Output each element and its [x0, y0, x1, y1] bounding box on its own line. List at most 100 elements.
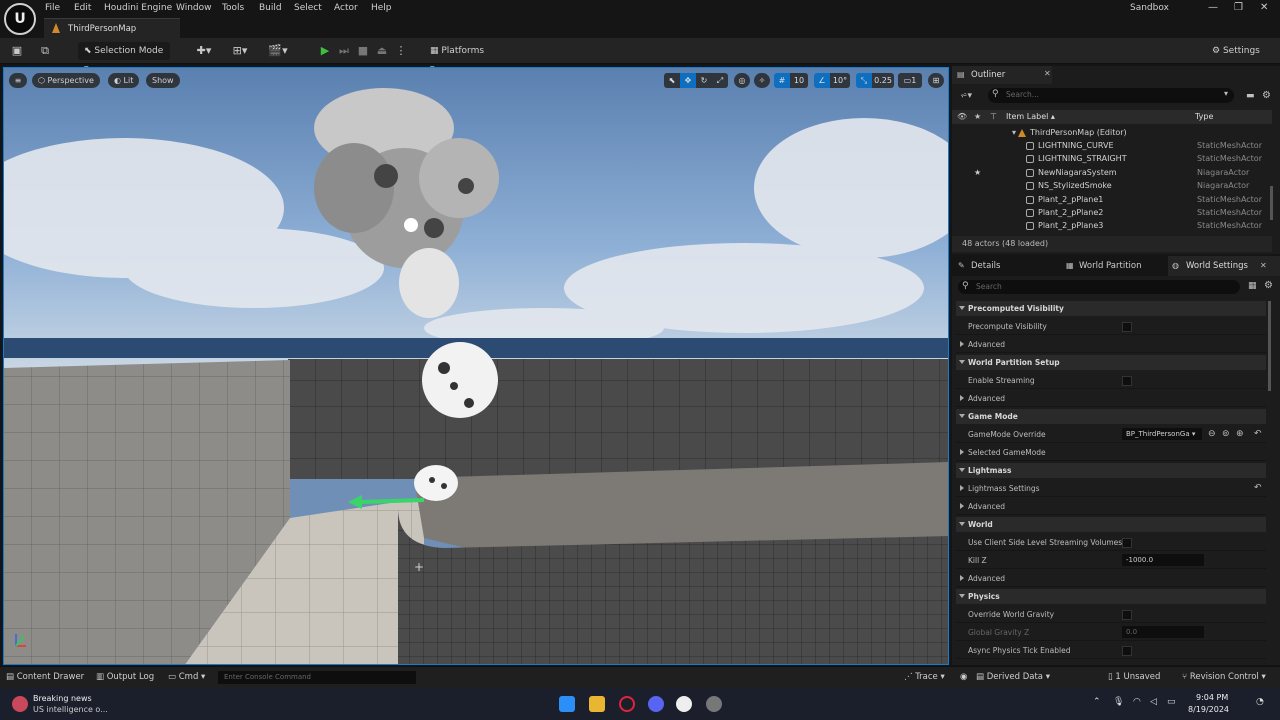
show-button[interactable]: Show	[146, 73, 180, 88]
prop-lightmass-settings[interactable]: Lightmass Settings ↶	[956, 480, 1266, 497]
outliner-row[interactable]: Plant_2_pPlane3 StaticMeshActor	[952, 219, 1272, 232]
section-game-mode[interactable]: Game Mode	[956, 409, 1266, 424]
add-icon[interactable]: ⊕	[1236, 426, 1244, 443]
rotation-snap-icon[interactable]: ∠	[814, 73, 830, 88]
section-world[interactable]: World	[956, 517, 1266, 532]
rotation-snap-value[interactable]: 10°	[830, 73, 850, 88]
platforms-dropdown[interactable]: ▦ Platforms ▾	[424, 42, 494, 74]
visibility-icon[interactable]: 👁	[957, 112, 967, 121]
tab-world-partition[interactable]: ▦ World Partition	[1060, 256, 1166, 276]
folder-icon[interactable]: ▬	[1246, 91, 1255, 101]
chevron-up-icon[interactable]: ⌃	[1093, 697, 1101, 707]
notification-icon[interactable]: ◔	[1256, 697, 1264, 707]
tab-thirdpersonmap[interactable]: ThirdPersonMap	[44, 18, 180, 38]
viewport-menu-icon[interactable]: ≡	[9, 73, 27, 88]
selection-mode-dropdown[interactable]: ⬉ Selection Mode ▾	[78, 42, 170, 74]
trace-dropdown[interactable]: ⋰ Trace ▾	[904, 672, 945, 682]
col-item-label[interactable]: Item Label ▴	[1006, 112, 1055, 121]
menu-edit[interactable]: Edit	[74, 3, 91, 13]
step-icon[interactable]: ⏭	[337, 44, 351, 58]
prop-advanced-2[interactable]: Advanced	[956, 390, 1266, 407]
menu-select[interactable]: Select	[294, 3, 322, 13]
content-drawer-button[interactable]: ▤ Content Drawer	[6, 672, 84, 682]
arrow-left-icon[interactable]: ⊖	[1208, 426, 1216, 443]
outliner-row[interactable]: NS_StylizedSmoke NiagaraActor	[952, 179, 1272, 192]
perspective-button[interactable]: ⬡ Perspective	[32, 73, 100, 88]
menu-tools[interactable]: Tools	[222, 3, 244, 13]
app-icon[interactable]	[706, 696, 722, 712]
news-icon[interactable]	[12, 696, 28, 712]
section-physics[interactable]: Physics	[956, 589, 1266, 604]
browse-icon[interactable]: ⧉	[38, 44, 52, 58]
override-gravity-checkbox[interactable]	[1122, 610, 1132, 620]
revision-control-button[interactable]: ⑂ Revision Control ▾	[1182, 672, 1266, 682]
col-type[interactable]: Type	[1195, 112, 1213, 121]
outliner-scrollbar[interactable]	[1270, 186, 1273, 220]
expand-arrow-icon[interactable]: ▾	[1012, 126, 1016, 139]
prop-advanced-1[interactable]: Advanced	[956, 336, 1266, 353]
level-viewport[interactable]: + ≡ ⬡ Perspective ◐ Lit Show ⬉ ✥ ↻ ⤢ ◎ ✧…	[3, 67, 949, 665]
lit-button[interactable]: ◐ Lit	[108, 73, 140, 88]
console-input[interactable]: Enter Console Command	[218, 671, 416, 684]
outliner-row[interactable]: LIGHTNING_STRAIGHT StaticMeshActor	[952, 152, 1272, 165]
grid-size-value[interactable]: 10	[790, 73, 808, 88]
clock-time[interactable]: 9:04 PM	[1196, 693, 1228, 702]
camera-speed-button[interactable]: ▭1	[898, 73, 922, 88]
world-settings-close-icon[interactable]: ✕	[1260, 261, 1267, 270]
viewport-scene[interactable]: +	[4, 68, 949, 665]
maximize-viewport-icon[interactable]: ⊞	[928, 73, 944, 88]
tab-details[interactable]: ✎ Details	[952, 256, 1058, 276]
derived-data-button[interactable]: ▤ Derived Data ▾	[976, 672, 1050, 682]
grid-snap-icon[interactable]: #	[774, 73, 790, 88]
outliner-row[interactable]: NewNiagaraSystem NiagaraActor ★	[952, 166, 1272, 179]
prop-selected-gamemode[interactable]: Selected GameMode	[956, 444, 1266, 461]
opera-icon[interactable]	[619, 696, 635, 712]
settings-dropdown[interactable]: ⚙ Settings ▾	[1206, 42, 1272, 74]
discord-icon[interactable]	[648, 696, 664, 712]
table-view-icon[interactable]: ▦	[1248, 281, 1257, 291]
details-scrollbar[interactable]	[1268, 301, 1271, 391]
menu-file[interactable]: File	[45, 3, 60, 13]
enable-streaming-checkbox[interactable]	[1122, 376, 1132, 386]
outliner-row[interactable]: LIGHTNING_CURVE StaticMeshActor	[952, 139, 1272, 152]
wifi-icon[interactable]: ◠	[1133, 697, 1141, 707]
unsaved-button[interactable]: ▯ 1 Unsaved	[1108, 672, 1160, 682]
outliner-close-icon[interactable]: ✕	[1044, 69, 1051, 78]
reset-icon[interactable]: ↶	[1254, 426, 1262, 443]
prop-advanced-3[interactable]: Advanced	[956, 498, 1266, 515]
details-search[interactable]: ⚲ Search	[958, 280, 1240, 294]
precompute-visibility-checkbox[interactable]	[1122, 322, 1132, 332]
gamemode-override-dropdown[interactable]: BP_ThirdPersonGa ▾	[1122, 428, 1202, 440]
menu-help[interactable]: Help	[371, 3, 392, 13]
reset-icon[interactable]: ↶	[1254, 480, 1262, 497]
unreal-logo-icon[interactable]: U	[4, 3, 36, 35]
blueprint-icon[interactable]: ⊞▾	[228, 44, 252, 58]
section-precomputed-visibility[interactable]: Precomputed Visibility	[956, 301, 1266, 316]
news-title[interactable]: Breaking news	[33, 694, 92, 703]
browse-icon[interactable]: ⊚	[1222, 426, 1230, 443]
details-settings-icon[interactable]: ⚙	[1264, 280, 1273, 291]
favorite-star-icon[interactable]: ★	[974, 166, 981, 179]
world-space-icon[interactable]: ◎	[734, 73, 750, 88]
microphone-icon[interactable]: 🎙	[1113, 697, 1124, 707]
outliner-row[interactable]: Plant_2_pPlane2 StaticMeshActor	[952, 206, 1272, 219]
prop-advanced-4[interactable]: Advanced	[956, 570, 1266, 587]
eject-icon[interactable]: ⏏	[375, 44, 389, 58]
translate-tool-icon[interactable]: ✥	[680, 73, 696, 88]
section-world-partition-setup[interactable]: World Partition Setup	[956, 355, 1266, 370]
scale-snap-icon[interactable]: ⤡	[856, 73, 872, 88]
file-explorer-icon[interactable]	[589, 696, 605, 712]
tree-root[interactable]: ▾ ThirdPersonMap (Editor)	[952, 126, 1272, 139]
outliner-settings-icon[interactable]: ⚙	[1262, 90, 1271, 101]
filter-icon[interactable]: ⩫▾	[960, 91, 972, 101]
outliner-tab[interactable]: ▤ Outliner ✕	[952, 66, 1052, 84]
unreal-engine-icon[interactable]	[676, 696, 692, 712]
minimize-icon[interactable]: —	[1208, 2, 1218, 13]
surface-snap-icon[interactable]: ✧	[754, 73, 770, 88]
chevron-down-icon[interactable]: ▾	[1224, 89, 1228, 98]
record-icon[interactable]: ◉	[960, 672, 967, 682]
outliner-search[interactable]: ⚲ Search... ▾	[988, 88, 1234, 103]
menu-build[interactable]: Build	[259, 3, 282, 13]
clock-date[interactable]: 8/19/2024	[1188, 705, 1229, 714]
async-physics-checkbox[interactable]	[1122, 646, 1132, 656]
